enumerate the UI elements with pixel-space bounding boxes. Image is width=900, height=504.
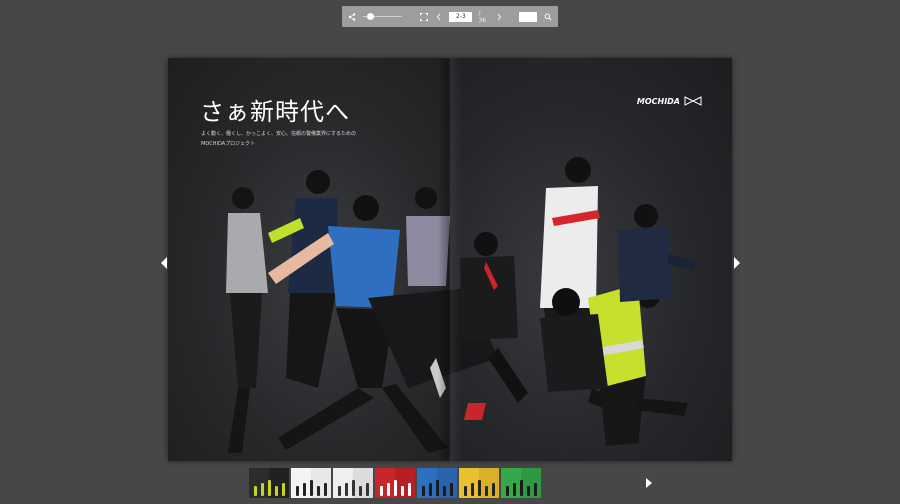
- fullscreen-icon[interactable]: [419, 12, 428, 22]
- thumbnail-figure: [282, 483, 285, 496]
- thumbnail-figure: [303, 483, 306, 496]
- zoom-slider[interactable]: [362, 12, 403, 22]
- thumbnail-figure: [296, 486, 299, 496]
- thumbnail-figure: [352, 480, 355, 496]
- thumbnail-figure: [429, 483, 432, 496]
- thumbnail-page[interactable]: [249, 468, 289, 498]
- figure-grey-jacket: [226, 187, 268, 453]
- thumbnail-right-half: [479, 468, 499, 498]
- thumbnail-left-half: [375, 468, 395, 498]
- page-number-input[interactable]: 2-3: [449, 11, 473, 22]
- viewer-toolbar: 2-3 / 36: [342, 6, 558, 27]
- thumbnail-figure: [506, 486, 509, 496]
- thumbnail-right-half: [395, 468, 415, 498]
- book-gutter: [438, 58, 462, 461]
- thumbnail-figure: [366, 483, 369, 496]
- subcopy-line-2: MOCHIDAプロジェクト: [201, 141, 256, 147]
- thumbnail-figure: [408, 483, 411, 496]
- thumbnail-figure: [261, 483, 264, 496]
- thumbnail-figure: [464, 486, 467, 496]
- search-icon[interactable]: [543, 12, 552, 22]
- next-page-arrow-icon[interactable]: [732, 256, 742, 270]
- thumbnail-page[interactable]: [501, 468, 541, 498]
- figure-navy-jacket: [618, 204, 696, 302]
- thumbnails-next-arrow-icon[interactable]: [645, 477, 653, 489]
- thumbnail-figure: [394, 480, 397, 496]
- book-spread[interactable]: さぁ新時代へ よく動く、働くし、かっこよく、安心。信頼の警備業界にするための M…: [168, 58, 732, 461]
- thumbnail-left-half: [501, 468, 521, 498]
- thumbnail-figure: [345, 483, 348, 496]
- page-total: / 36: [478, 9, 487, 24]
- thumbnail-figure: [268, 480, 271, 496]
- brand-logo: MOCHIDA: [637, 96, 702, 106]
- thumbnail-figure: [387, 483, 390, 496]
- spread-headline: さぁ新時代へ: [200, 98, 350, 126]
- thumbnail-left-half: [249, 468, 269, 498]
- thumbnail-left-half: [417, 468, 437, 498]
- thumbnail-left-half: [333, 468, 353, 498]
- figure-red-trim: [460, 232, 518, 420]
- thumbnail-page[interactable]: [459, 468, 499, 498]
- thumbnail-figure: [254, 486, 257, 496]
- spread-subcopy: よく動く、働くし、かっこよく、安心。信頼の警備業界にするための MOCHIDAプ…: [201, 129, 356, 149]
- thumbnail-figure: [317, 486, 320, 496]
- thumbnail-figure: [527, 486, 530, 496]
- thumbnail-right-half: [437, 468, 457, 498]
- thumbnail-strip: [249, 468, 541, 498]
- thumbnail-figure: [359, 486, 362, 496]
- subcopy-line-1: よく動く、働くし、かっこよく、安心。信頼の警備業界にするための: [201, 131, 357, 137]
- thumbnail-figure: [401, 486, 404, 496]
- zoom-slider-knob[interactable]: [367, 12, 375, 20]
- share-icon[interactable]: [348, 12, 357, 22]
- thumbnail-figure: [478, 480, 481, 496]
- thumbnail-right-half: [353, 468, 373, 498]
- chevron-right-icon[interactable]: [495, 12, 504, 22]
- thumbnail-figure: [275, 486, 278, 496]
- thumbnail-figure: [436, 480, 439, 496]
- thumbnail-figure: [443, 486, 446, 496]
- thumbnail-figure: [338, 486, 341, 496]
- thumbnail-right-half: [311, 468, 331, 498]
- thumbnail-page[interactable]: [333, 468, 373, 498]
- thumbnail-figure: [485, 486, 488, 496]
- search-input[interactable]: [519, 11, 538, 22]
- chevron-left-icon[interactable]: [434, 12, 443, 22]
- thumbnail-figure: [534, 483, 537, 496]
- thumbnail-page[interactable]: [375, 468, 415, 498]
- thumbnail-left-half: [291, 468, 311, 498]
- thumbnail-page[interactable]: [417, 468, 457, 498]
- thumbnail-figure: [450, 483, 453, 496]
- brand-name: MOCHIDA: [636, 96, 680, 106]
- bowtie-logo-icon: [684, 96, 702, 106]
- thumbnail-figure: [310, 480, 313, 496]
- thumbnail-figure: [422, 486, 425, 496]
- thumbnail-left-half: [459, 468, 479, 498]
- thumbnail-figure: [513, 483, 516, 496]
- thumbnail-figure: [471, 483, 474, 496]
- thumbnail-page[interactable]: [291, 468, 331, 498]
- thumbnail-figure: [492, 483, 495, 496]
- prev-page-arrow-icon[interactable]: [159, 256, 169, 270]
- thumbnail-figure: [324, 483, 327, 496]
- thumbnail-figure: [520, 480, 523, 496]
- thumbnail-right-half: [269, 468, 289, 498]
- thumbnail-right-half: [521, 468, 541, 498]
- thumbnail-figure: [380, 486, 383, 496]
